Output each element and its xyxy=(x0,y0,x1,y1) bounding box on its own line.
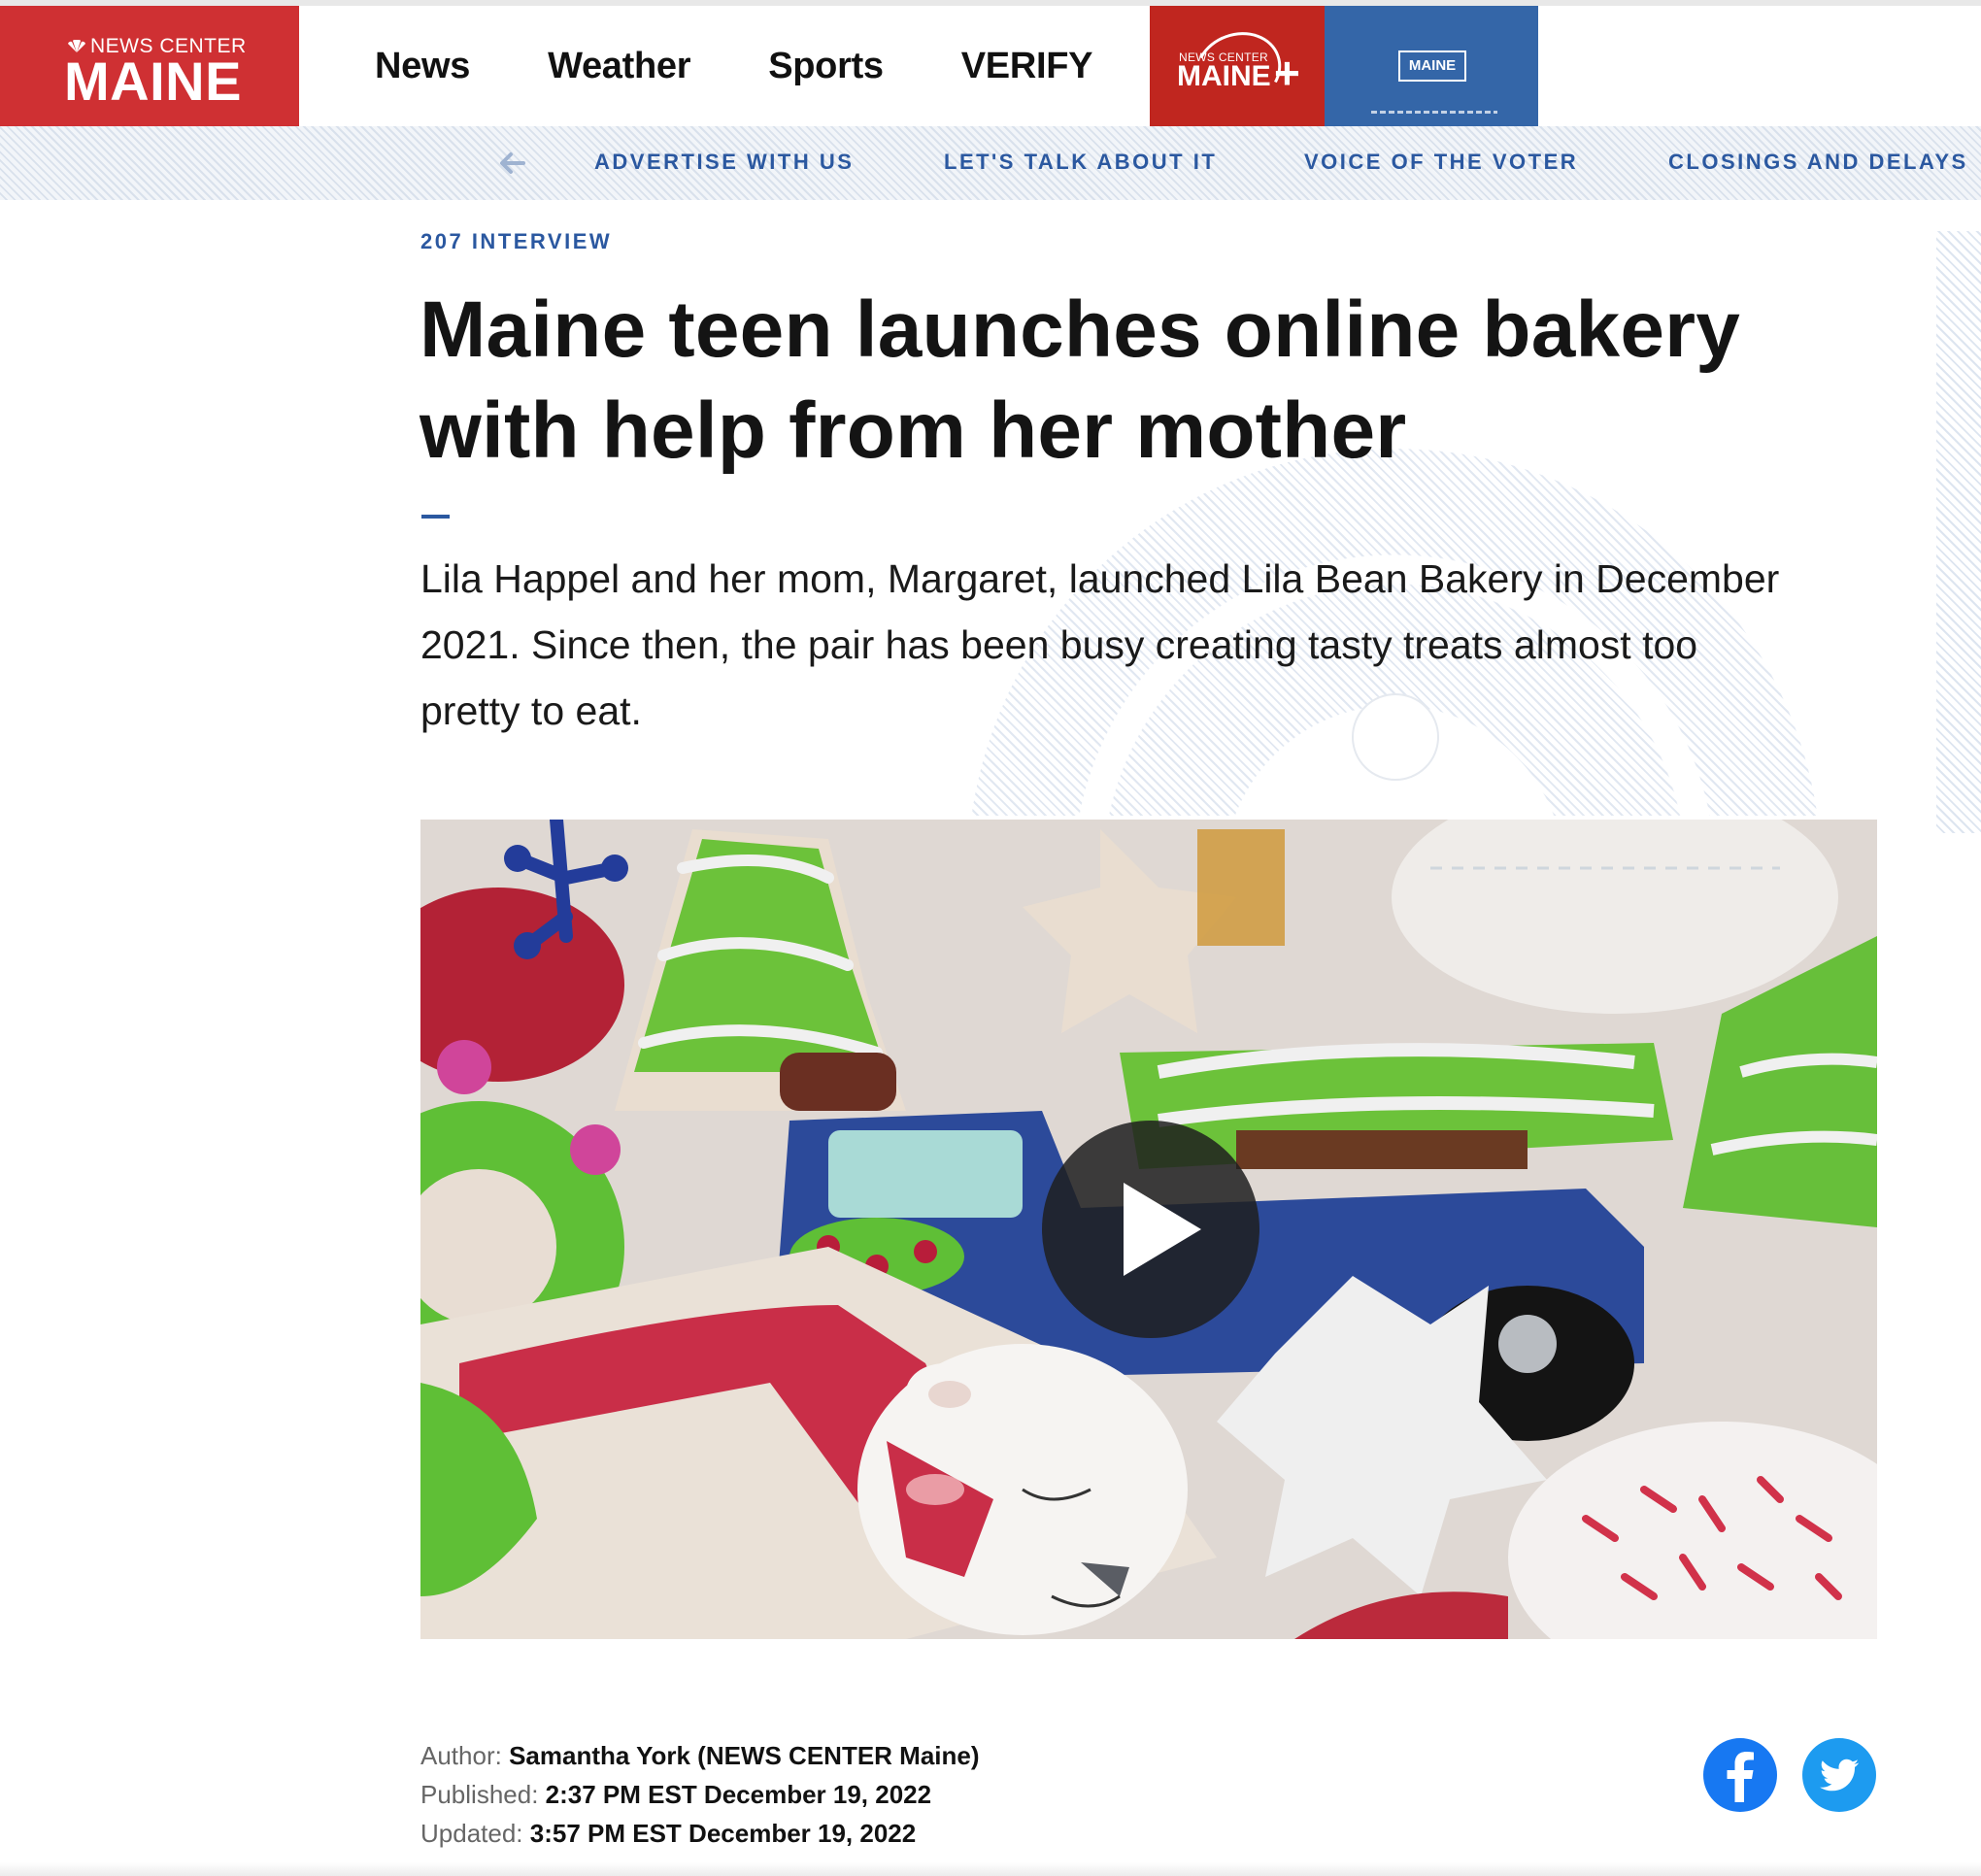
article-summary: Lila Happel and her mom, Margaret, launc… xyxy=(420,556,1780,733)
nav-verify[interactable]: VERIFY xyxy=(961,46,1093,87)
author-name: Samantha York (NEWS CENTER Maine) xyxy=(509,1741,980,1770)
byline-published: Published: 2:37 PM EST December 19, 2022 xyxy=(420,1775,980,1814)
secondary-nav: ADVERTISE WITH US LET'S TALK ABOUT IT VO… xyxy=(0,126,1981,200)
logo-wordmark: MAINE xyxy=(64,50,242,112)
play-button[interactable] xyxy=(1042,1121,1259,1338)
plus-icon: + xyxy=(1274,48,1300,98)
subnav-voice-of-voter[interactable]: VOICE OF THE VOTER xyxy=(1304,150,1578,175)
byline-author: Author: Samantha York (NEWS CENTER Maine… xyxy=(420,1736,980,1775)
subnav-lets-talk[interactable]: LET'S TALK ABOUT IT xyxy=(944,150,1217,175)
author-label: Author: xyxy=(420,1741,502,1770)
subnav-advertise[interactable]: ADVERTISE WITH US xyxy=(594,150,854,175)
arrow-left-icon[interactable] xyxy=(497,146,526,181)
updated-date: 3:57 PM EST December 19, 2022 xyxy=(529,1819,917,1848)
published-date: 2:37 PM EST December 19, 2022 xyxy=(545,1780,932,1809)
promo-logo: MAINE xyxy=(1398,50,1466,82)
video-player[interactable] xyxy=(420,820,1877,1639)
play-icon xyxy=(1124,1183,1201,1276)
nav-weather[interactable]: Weather xyxy=(548,46,690,87)
twitter-icon xyxy=(1820,1759,1859,1792)
maine-plus-button[interactable]: NEWS CENTER MAINE + xyxy=(1150,6,1325,126)
bottom-shadow xyxy=(0,1862,1981,1876)
byline-updated: Updated: 3:57 PM EST December 19, 2022 xyxy=(420,1814,980,1853)
published-label: Published: xyxy=(420,1780,539,1809)
twitter-share-button[interactable] xyxy=(1802,1738,1876,1812)
promo-banner[interactable]: MAINE xyxy=(1325,6,1538,126)
subnav-closings[interactable]: CLOSINGS AND DELAYS xyxy=(1668,150,1968,175)
maine-plus-main: MAINE xyxy=(1177,60,1271,92)
promo-fine-print xyxy=(1371,111,1497,114)
article-kicker[interactable]: 207 INTERVIEW xyxy=(420,229,612,254)
nav-news[interactable]: News xyxy=(375,46,470,87)
article-byline: Author: Samantha York (NEWS CENTER Maine… xyxy=(420,1736,980,1853)
headline-rule xyxy=(421,515,450,519)
facebook-icon xyxy=(1727,1752,1754,1802)
site-logo[interactable]: NEWS CENTER MAINE xyxy=(0,6,299,126)
article-headline: Maine teen launches online bakery with h… xyxy=(420,285,1741,475)
site-header: NEWS CENTER MAINE News Weather Sports VE… xyxy=(0,6,1981,126)
updated-label: Updated: xyxy=(420,1819,523,1848)
facebook-share-button[interactable] xyxy=(1703,1738,1777,1812)
main-nav: News Weather Sports VERIFY xyxy=(375,6,1170,126)
nav-sports[interactable]: Sports xyxy=(768,46,884,87)
